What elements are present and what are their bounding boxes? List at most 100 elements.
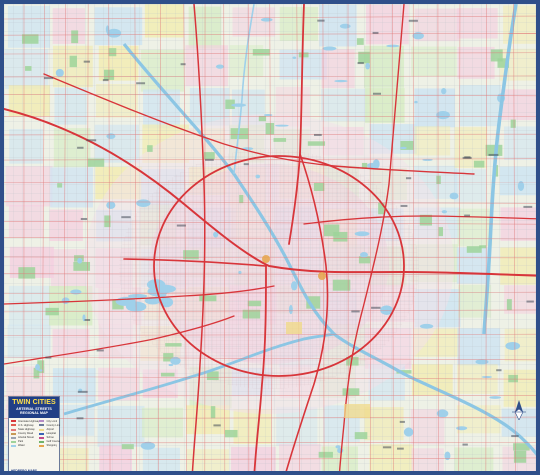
legend-column-right: City Limit County Line Airport Hospital Scho… — [39, 420, 60, 449]
place-label-mark — [382, 446, 392, 449]
lake — [106, 201, 116, 210]
lake — [449, 192, 459, 200]
legend-row: Interstate Highway — [11, 420, 39, 423]
lake — [444, 451, 451, 461]
place-label-mark — [83, 60, 90, 63]
park-area — [313, 182, 325, 191]
park-area — [258, 115, 267, 122]
lake — [231, 103, 247, 107]
park-area — [71, 30, 79, 44]
park-area — [224, 429, 238, 438]
lake — [489, 396, 502, 399]
lake — [55, 68, 64, 77]
legend-symbol — [11, 440, 16, 443]
place-label-mark — [464, 214, 470, 217]
legend-row: Hospital — [39, 432, 60, 435]
park-area — [473, 160, 485, 168]
legend-symbol — [11, 424, 16, 427]
legend-row: State Highway — [11, 428, 39, 431]
place-label-mark — [372, 31, 379, 34]
place-label-mark — [43, 77, 54, 80]
place-label-mark — [464, 156, 471, 159]
regional-map[interactable] — [4, 4, 540, 475]
lake — [360, 252, 368, 258]
legend-symbol — [11, 444, 16, 447]
place-label-mark — [80, 217, 88, 220]
place-label-mark — [462, 443, 468, 446]
park-area — [466, 246, 482, 253]
legend-label: Shopping — [46, 444, 58, 448]
place-label-mark — [176, 224, 186, 227]
place-label-mark — [77, 146, 84, 149]
legend-row: Park — [11, 440, 39, 443]
legend-symbol — [11, 420, 16, 423]
legend-row: Airport — [39, 428, 60, 431]
park-area — [506, 299, 512, 311]
place-label-mark — [400, 204, 408, 207]
park-area — [510, 119, 516, 128]
place-label-mark — [243, 163, 249, 166]
msp-airport-area — [286, 322, 302, 334]
legend-symbol — [39, 420, 45, 423]
park-area — [438, 227, 443, 237]
park-area — [160, 372, 175, 377]
lake — [260, 17, 273, 22]
lake — [255, 174, 261, 179]
park-area — [147, 145, 153, 152]
lake — [291, 281, 298, 291]
park-area — [324, 224, 340, 237]
park-area — [436, 175, 441, 184]
park-area — [247, 300, 262, 307]
legend-label: Hospital — [46, 432, 56, 436]
park-area — [210, 406, 216, 419]
place-label-mark — [488, 153, 499, 156]
legend-label: Golf Course — [46, 440, 61, 444]
place-label-mark — [313, 133, 322, 136]
legend-column-left: Interstate Highway U.S. Highway State High… — [11, 420, 39, 449]
map-title: TWIN CITIES — [12, 399, 56, 406]
place-label-mark — [496, 369, 502, 372]
park-area — [69, 55, 77, 68]
legend-items: Interstate Highway U.S. Highway State High… — [9, 418, 60, 449]
park-area — [508, 374, 518, 383]
lake — [337, 447, 344, 454]
lake — [441, 210, 447, 214]
map-legend: TWIN CITIES ARTERIAL STREETS REGIONAL MA… — [8, 396, 60, 471]
lake — [70, 289, 82, 295]
place-label-mark — [77, 390, 88, 393]
legend-label: U.S. Highway — [18, 423, 34, 427]
legend-label: City Limit — [46, 419, 58, 423]
lake — [403, 427, 414, 437]
lake — [475, 359, 489, 365]
park-area — [25, 66, 32, 71]
lake — [132, 302, 143, 309]
airport-area — [344, 404, 370, 418]
park-area — [354, 432, 368, 440]
downtown-minneapolis-marker[interactable] — [262, 255, 270, 263]
lake — [399, 146, 407, 150]
park-area — [239, 194, 244, 204]
legend-label: Park — [18, 440, 24, 444]
downtown-st-paul-marker[interactable] — [318, 272, 326, 280]
legend-row: City Limit — [39, 420, 60, 423]
legend-label: Interstate Highway — [18, 419, 40, 423]
park-area — [356, 38, 364, 45]
lake — [412, 32, 424, 40]
legend-symbol — [39, 428, 45, 431]
park-area — [199, 295, 217, 302]
legend-row: Arterial Street — [11, 436, 39, 439]
lake — [238, 270, 242, 275]
park-area — [307, 141, 326, 146]
lake — [35, 364, 40, 371]
legend-row: U.S. Highway — [11, 424, 39, 427]
place-label-mark — [45, 356, 52, 359]
legend-row: Water — [11, 444, 39, 447]
place-label-mark — [317, 19, 325, 22]
park-area — [490, 49, 503, 62]
lake — [335, 445, 341, 449]
place-label-mark — [84, 318, 91, 321]
park-area — [18, 267, 36, 279]
place-label-mark — [511, 435, 519, 438]
place-label-mark — [102, 79, 109, 82]
park-area — [57, 183, 63, 188]
